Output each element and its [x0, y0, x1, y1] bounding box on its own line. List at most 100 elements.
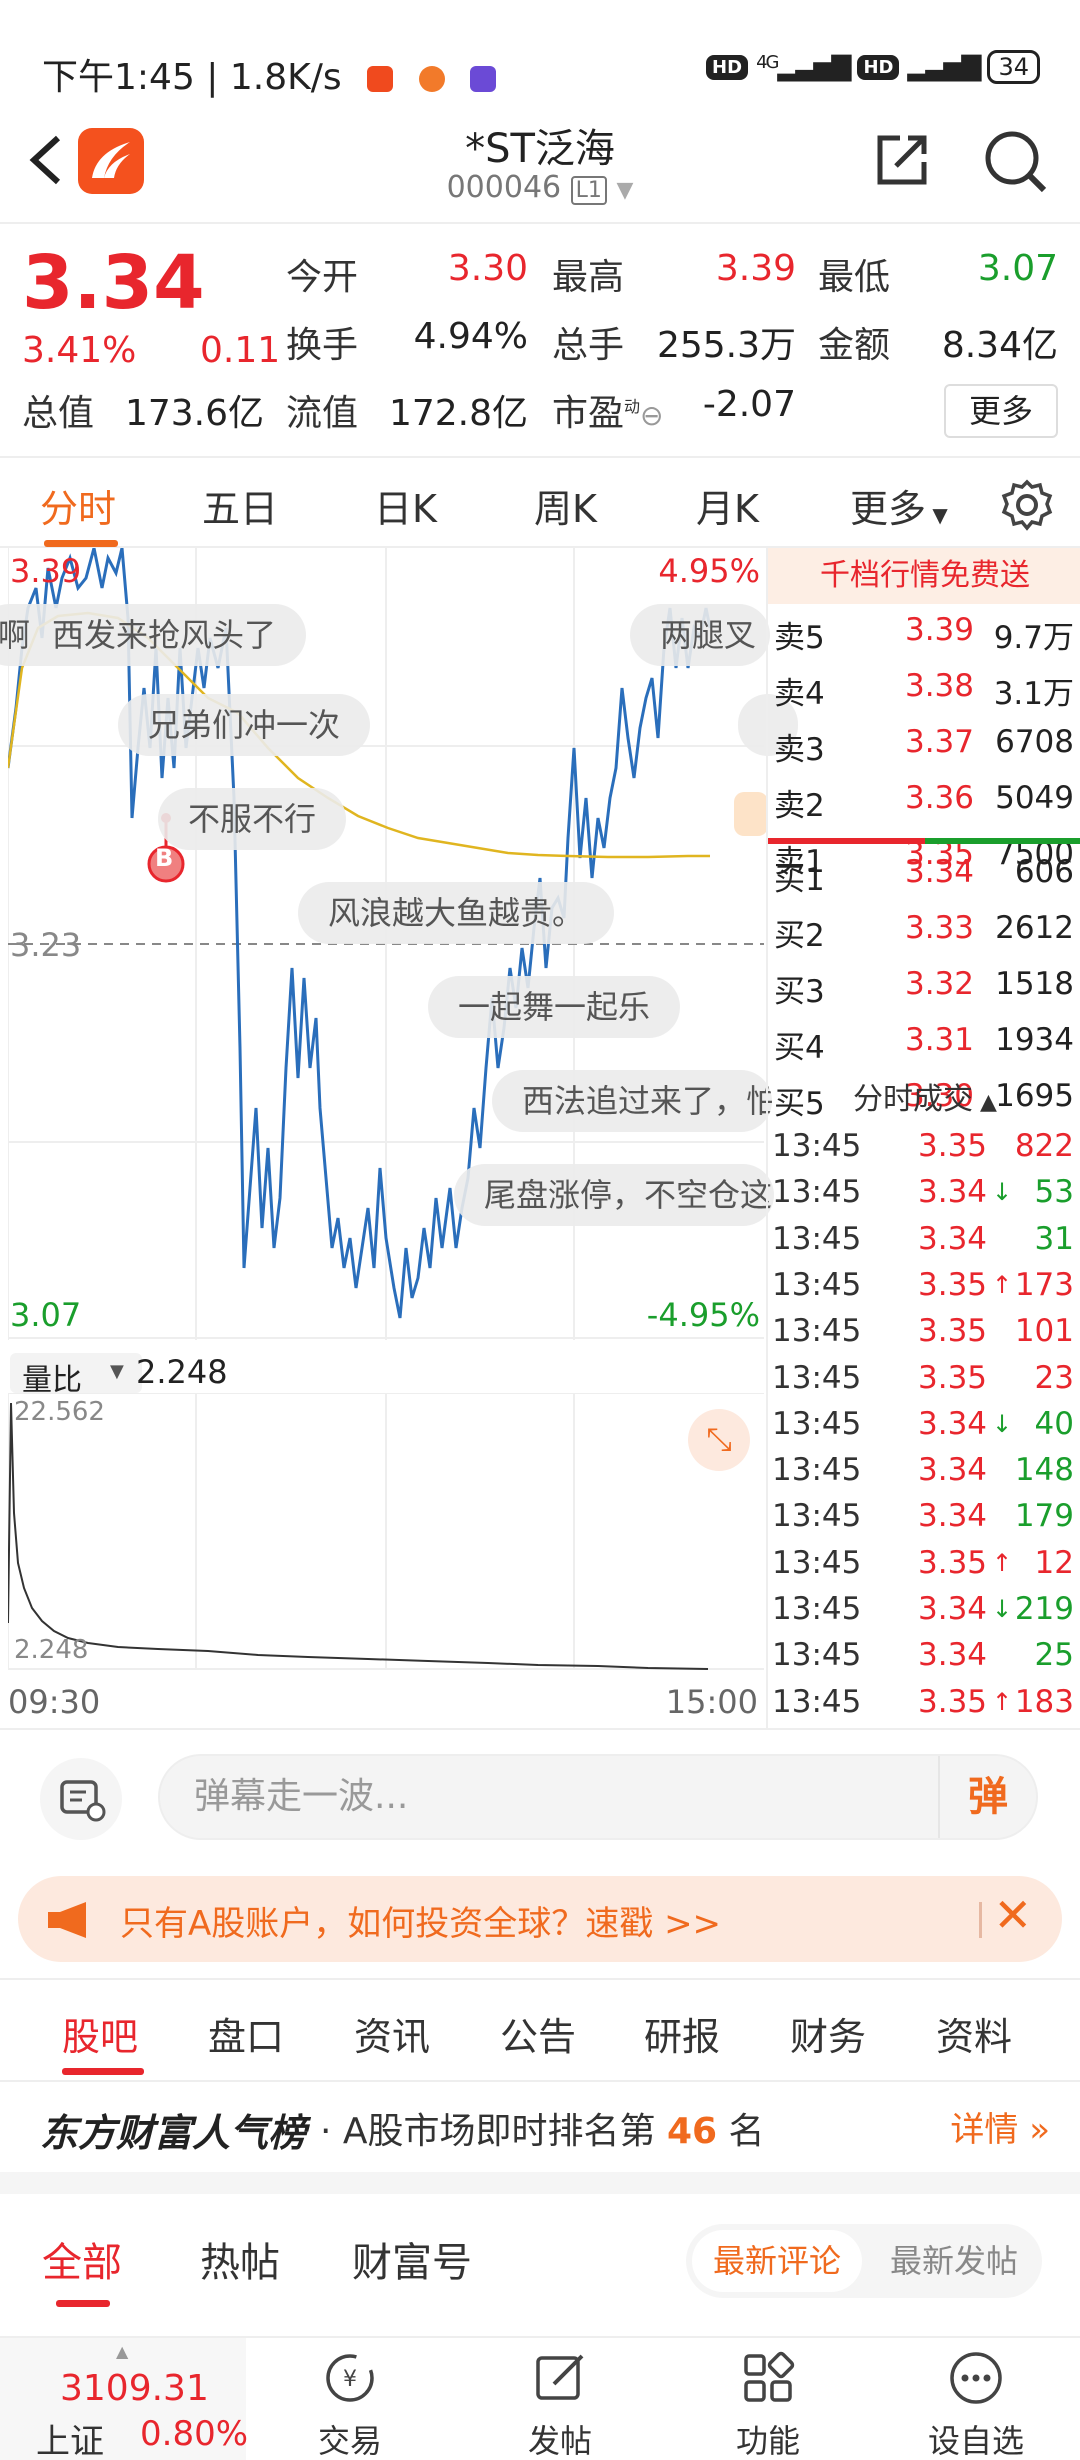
book-volume: 6708	[995, 724, 1074, 760]
danmu-bubble[interactable]: 西法追过来了，怕	[492, 1070, 772, 1132]
sort-latest-comment[interactable]: 最新评论	[692, 2230, 862, 2292]
tab-research[interactable]: 研报	[644, 2006, 720, 2061]
tab-guba[interactable]: 股吧	[62, 2006, 138, 2061]
trade-time: 13:45	[772, 1683, 862, 1720]
volume-max-label: 22.562	[14, 1397, 105, 1427]
danmu-input[interactable]: 弹幕走一波... 弹	[158, 1754, 1038, 1840]
book-price: 3.38	[904, 668, 974, 704]
trade-volume: 148	[1014, 1452, 1074, 1489]
value-high: 3.39	[715, 248, 796, 289]
volume-ratio-chart[interactable]: 量比 ▼ 2.248 22.562 2.248 09:30 15:00 ⤡	[8, 1345, 764, 1725]
book-price: 3.32	[904, 966, 974, 1002]
book-volume: 2612	[995, 910, 1074, 946]
trade-volume: 179	[1014, 1498, 1074, 1535]
emoji-avatar-icon[interactable]	[734, 792, 768, 836]
trade-price: 3.35	[918, 1313, 988, 1350]
book-price: 3.33	[904, 910, 974, 946]
ask-row[interactable]: 卖5 3.39 9.7万	[768, 612, 1080, 656]
indicator-selector[interactable]: 量比 ▼	[10, 1353, 142, 1398]
trade-volume: 23	[1034, 1359, 1074, 1396]
promo-banner[interactable]: 只有A股账户，如何投资全球？速戳 >> ✕	[18, 1876, 1062, 1962]
danmu-send-button[interactable]: 弹	[938, 1756, 1036, 1838]
buy-marker-label: B	[155, 844, 174, 872]
trade-time: 13:45	[772, 1128, 862, 1164]
nav-add-watchlist[interactable]: 设自选	[916, 2348, 1036, 2460]
sort-latest-post[interactable]: 最新发帖	[874, 2230, 1034, 2292]
more-button[interactable]: 更多	[944, 384, 1058, 438]
tab-announcements[interactable]: 公告	[500, 2006, 576, 2061]
trade-price: 3.34	[918, 1591, 988, 1627]
time-end: 15:00	[665, 1683, 758, 1721]
popularity-rank[interactable]: 东方财富人气榜 · A股市场即时排名第 46 名 详情 »	[0, 2080, 1080, 2170]
search-icon[interactable]	[982, 128, 1048, 198]
rank-detail-link[interactable]: 详情 »	[950, 2102, 1050, 2151]
danmu-settings-icon[interactable]	[40, 1758, 122, 1840]
danmu-bubble[interactable]: 尾盘涨停，不空仓这	[454, 1164, 774, 1226]
tab-intraday[interactable]: 分时	[40, 478, 116, 533]
trade-price: 3.34	[918, 1452, 988, 1489]
bid-row[interactable]: 买4 3.31 1934	[768, 1022, 1080, 1066]
danmu-bubble[interactable]: 兄弟们冲一次	[118, 694, 371, 756]
trades-header[interactable]: 分时成交 ▲	[768, 1074, 1080, 1118]
time-start: 09:30	[8, 1683, 101, 1721]
volume-ratio-value: 2.248	[136, 1353, 228, 1391]
intraday-chart[interactable]: B 3.39 4.95% 3.23 3.07 -4.95% 啊西发来抢风头了 两…	[0, 548, 798, 1340]
index-value: 3109.31	[60, 2368, 209, 2409]
volume-ratio-svg	[8, 1393, 764, 1670]
tab-more[interactable]: 更多 ▼	[850, 478, 948, 533]
tab-all[interactable]: 全部	[42, 2230, 122, 2288]
book-level-label: 卖5	[774, 620, 825, 656]
tab-hot[interactable]: 热帖	[200, 2230, 280, 2288]
ask-row[interactable]: 卖2 3.36 5049	[768, 780, 1080, 824]
share-icon[interactable]	[872, 130, 932, 194]
value-open: 3.30	[447, 248, 528, 289]
trade-volume: 173	[1014, 1266, 1074, 1303]
trade-time: 13:45	[772, 1359, 862, 1396]
trade-time: 13:45	[772, 1544, 862, 1581]
bid-row[interactable]: 买2 3.33 2612	[768, 910, 1080, 954]
book-volume: 3.1万	[993, 676, 1074, 712]
label-turnover: 换手	[286, 325, 359, 366]
nav-post-label: 发帖	[527, 2422, 592, 2460]
tab-news[interactable]: 资讯	[354, 2006, 430, 2061]
trade-volume: 822	[1014, 1128, 1074, 1164]
ask-row[interactable]: 卖4 3.38 3.1万	[768, 668, 1080, 712]
info-icon[interactable]: ⊖	[640, 399, 663, 432]
book-level-label: 买4	[774, 1030, 825, 1066]
trade-price: 3.35	[918, 1128, 988, 1164]
book-price: 3.39	[904, 612, 974, 648]
axis-bottom-price: 3.07	[10, 1296, 82, 1334]
close-icon[interactable]: ✕	[993, 1888, 1032, 1942]
nav-functions-label: 功能	[735, 2422, 800, 2460]
expand-icon[interactable]: ⤡	[688, 1409, 750, 1471]
tab-monthly-k[interactable]: 月K	[696, 478, 759, 533]
stock-header: *ST泛海 000046 L1 ▼	[0, 110, 1080, 220]
danmu-bubble[interactable]: 风浪越大鱼越贵。	[298, 882, 615, 944]
trade-row: 13:45 3.35 ↑ 183	[768, 1684, 1080, 1728]
tab-weekly-k[interactable]: 周K	[534, 478, 597, 533]
tab-finance[interactable]: 财务	[790, 2006, 866, 2061]
status-time: 下午1:45 | 1.8K/s	[42, 57, 342, 98]
danmu-bubble[interactable]: 啊西发来抢风头了	[0, 604, 307, 666]
tab-daily-k[interactable]: 日K	[374, 478, 437, 533]
tab-five-day[interactable]: 五日	[202, 478, 278, 533]
nav-post[interactable]: 发帖	[500, 2348, 620, 2460]
bid-row[interactable]: 买3 3.32 1518	[768, 966, 1080, 1010]
trade-time: 13:45	[772, 1266, 862, 1303]
tab-fortune[interactable]: 财富号	[352, 2230, 472, 2288]
nav-functions[interactable]: 功能	[708, 2348, 828, 2460]
tab-profile[interactable]: 资料	[936, 2006, 1012, 2061]
danmu-bubble[interactable]: 不服不行	[158, 788, 347, 850]
bid-ask-divider	[768, 838, 1080, 844]
axis-bottom-pct: -4.95%	[646, 1296, 760, 1334]
level2-promo[interactable]: 千档行情免费送	[768, 548, 1080, 604]
nav-trade[interactable]: ¥ 交易	[290, 2348, 410, 2460]
tab-pankou[interactable]: 盘口	[208, 2006, 284, 2061]
index-ticker[interactable]: ▲ 3109.31 上证 0.80%	[0, 2338, 249, 2460]
danmu-bubble[interactable]: 一起舞一起乐	[428, 976, 681, 1038]
bid-row[interactable]: 买1 3.34 606	[768, 854, 1080, 898]
settings-gear-icon[interactable]	[1000, 478, 1054, 536]
ask-row[interactable]: 卖3 3.37 6708	[768, 724, 1080, 768]
index-pct: 0.80%	[140, 2414, 249, 2454]
danmu-bubble[interactable]: 两腿叉	[630, 604, 770, 666]
